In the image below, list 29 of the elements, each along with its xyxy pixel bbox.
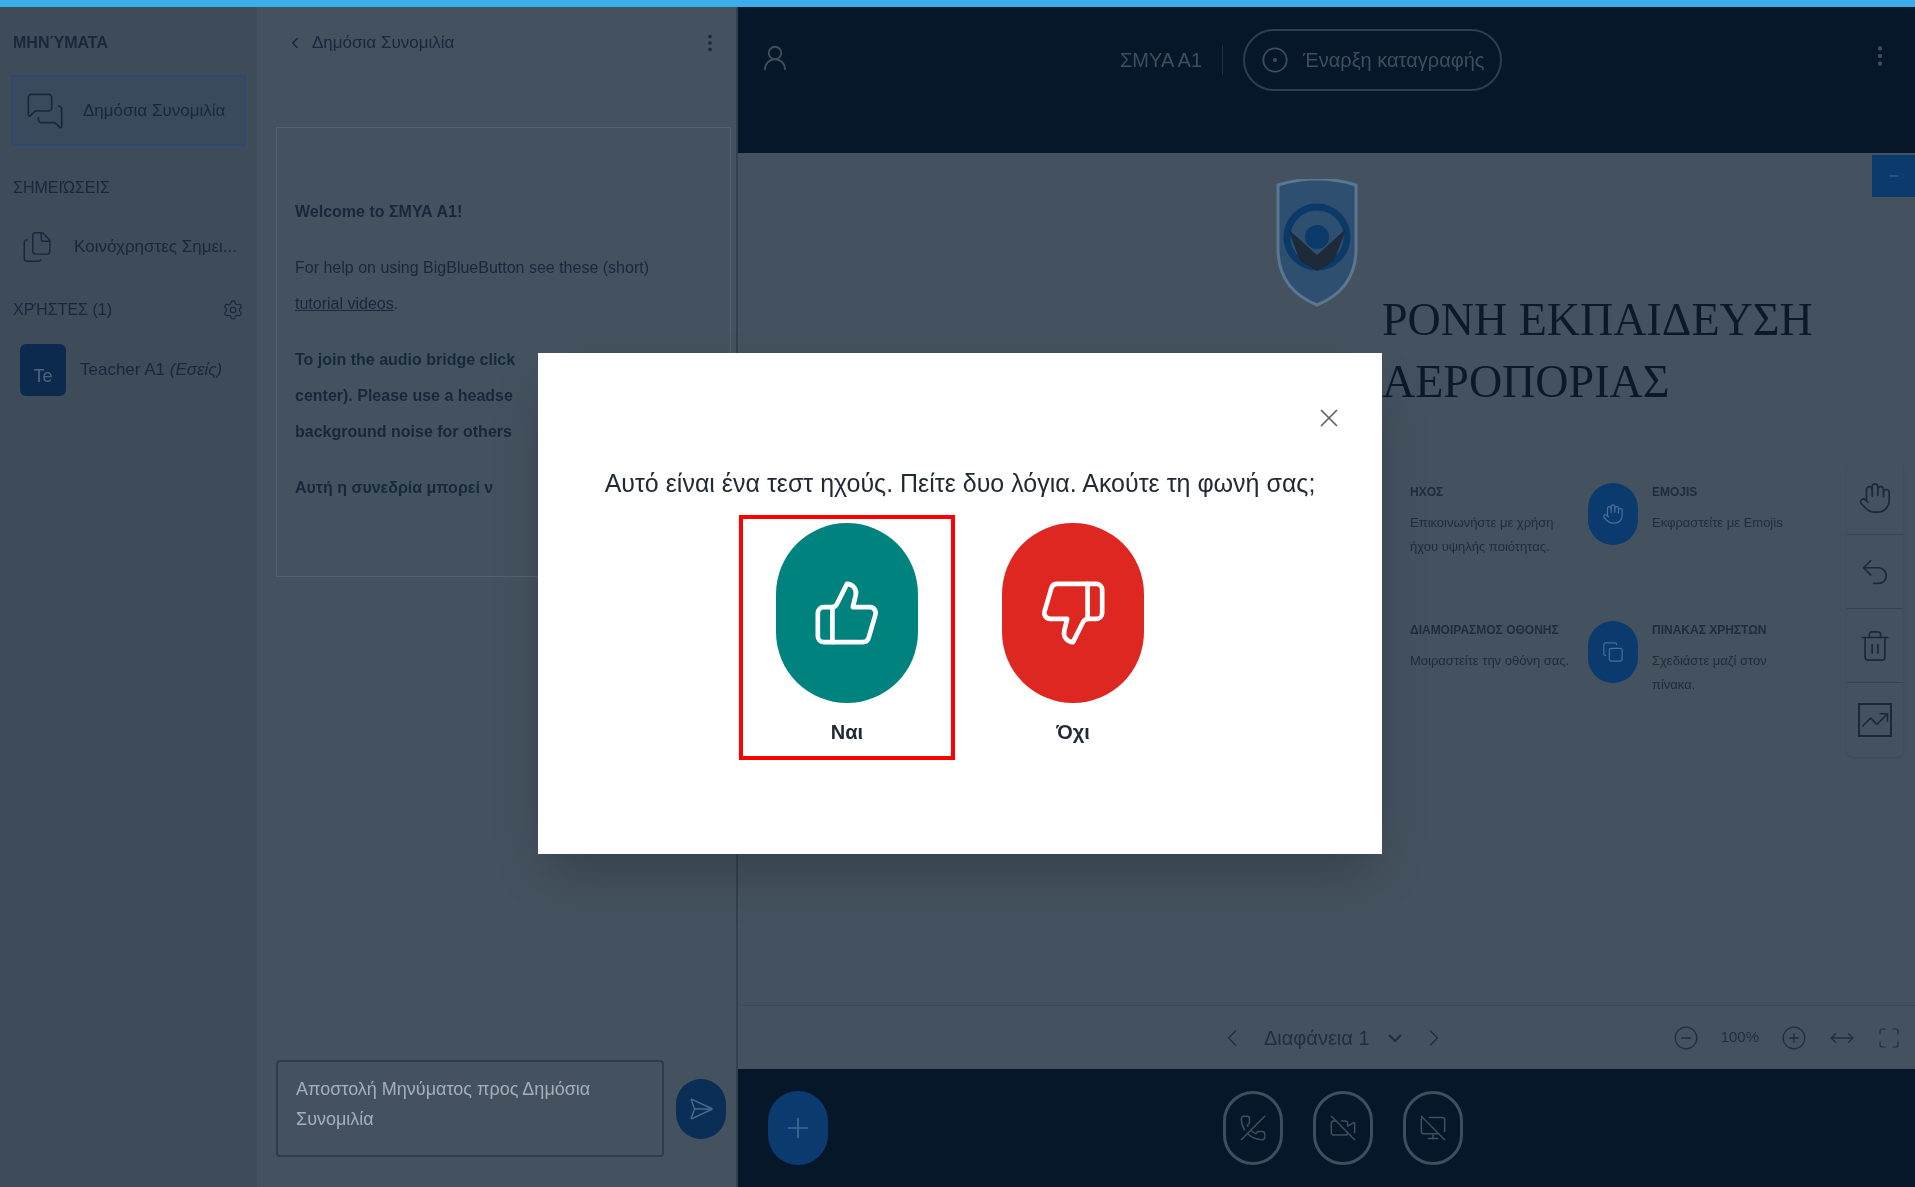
actions-button[interactable] bbox=[768, 1091, 828, 1165]
trash-icon[interactable] bbox=[1858, 628, 1892, 663]
screen-share-button[interactable] bbox=[1403, 1091, 1463, 1165]
feature-icon bbox=[1588, 483, 1638, 545]
user-avatar: Te bbox=[20, 344, 66, 396]
meeting-title: ΣΜΥΑ Α1 bbox=[1120, 48, 1203, 73]
send-button[interactable] bbox=[676, 1078, 726, 1139]
zoom-out-icon[interactable] bbox=[1672, 1024, 1699, 1051]
record-button[interactable]: Έναρξη καταγραφής bbox=[1243, 29, 1503, 91]
zoom-in-icon[interactable] bbox=[1781, 1024, 1807, 1051]
fullscreen-icon[interactable] bbox=[1877, 1025, 1901, 1050]
message-input[interactable]: Αποστολή Μηνύματος προς Δημόσια Συνομιλία bbox=[276, 1060, 664, 1157]
audio-button[interactable] bbox=[1223, 1091, 1283, 1165]
monitor-off-icon bbox=[1419, 1114, 1447, 1142]
record-icon bbox=[1261, 46, 1290, 74]
camera-off-icon bbox=[1329, 1114, 1357, 1142]
slide-title: ΡΟΝΗ ΕΚΠΑΙΔΕΥΣΗ bbox=[1382, 293, 1814, 347]
dialog-question: Αυτό είναι ένα τεστ ηχούς. Πείτε δυο λόγια. Ακούτε τη φωνή σας; bbox=[604, 468, 1316, 499]
camera-button[interactable] bbox=[1313, 1091, 1373, 1165]
answer-option[interactable]: Ναι bbox=[739, 514, 955, 760]
feature-icon bbox=[1588, 621, 1638, 683]
hand-icon[interactable] bbox=[1858, 480, 1892, 515]
phone-off-icon bbox=[1239, 1114, 1267, 1142]
answer-option[interactable]: Όχι bbox=[965, 514, 1181, 760]
minimize-button[interactable] bbox=[1872, 155, 1915, 197]
chevron-down-icon bbox=[1387, 1033, 1402, 1042]
chart-icon[interactable] bbox=[1858, 703, 1892, 737]
slide-title: ΑΕΡΟΠΟΡΙΑΣ bbox=[1382, 355, 1671, 409]
settings-icon[interactable] bbox=[222, 299, 244, 321]
